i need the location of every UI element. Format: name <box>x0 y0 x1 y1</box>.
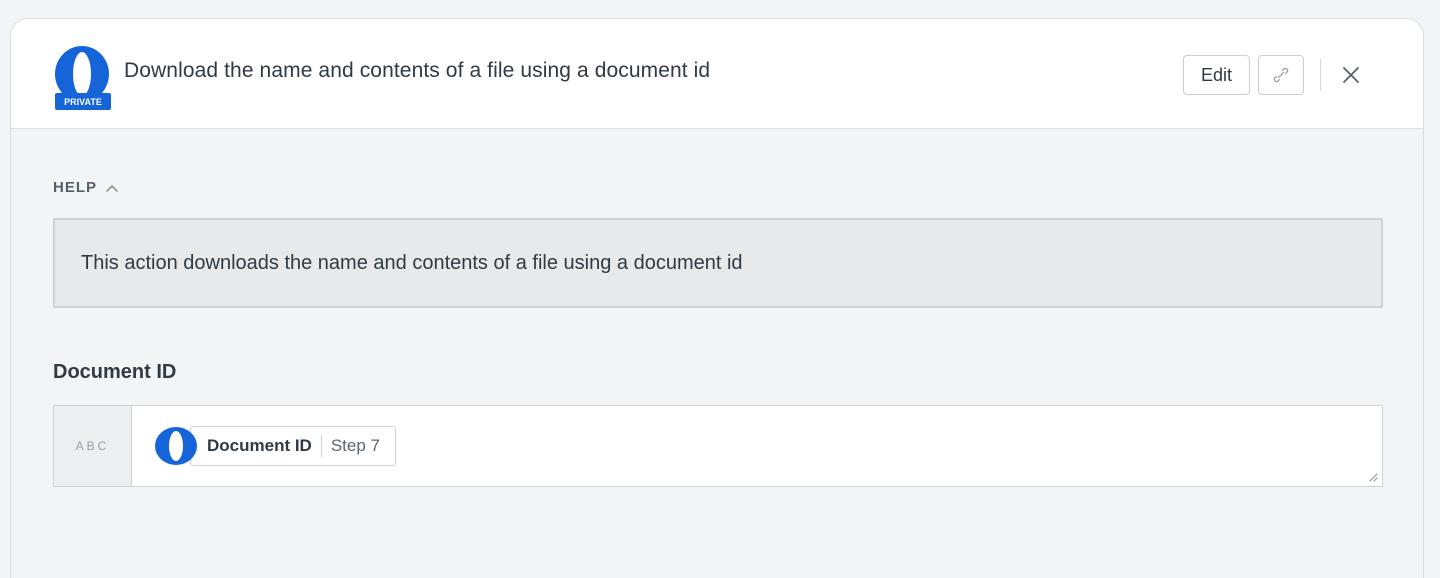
help-toggle-label: HELP <box>53 179 98 196</box>
action-panel: PRIVATE Download the name and contents o… <box>10 18 1424 578</box>
datapill-body: Document ID Step 7 <box>190 426 396 466</box>
header-divider <box>1320 59 1321 91</box>
datapill-document-id[interactable]: Document ID Step 7 <box>154 426 396 466</box>
close-button[interactable] <box>1331 55 1371 95</box>
document-id-field[interactable]: ABC Document ID Step 7 <box>53 405 1383 487</box>
close-icon <box>1343 67 1359 83</box>
edit-button[interactable]: Edit <box>1183 55 1250 95</box>
datapill-separator <box>320 435 322 457</box>
link-button[interactable] <box>1258 55 1304 95</box>
page-title: Download the name and contents of a file… <box>124 59 711 82</box>
header-actions: Edit <box>1183 55 1423 95</box>
resize-handle-icon[interactable] <box>1366 470 1378 482</box>
panel-header: PRIVATE Download the name and contents o… <box>11 19 1423 129</box>
help-toggle[interactable]: HELP <box>53 179 119 196</box>
logo-badge-text: PRIVATE <box>64 97 102 107</box>
link-icon <box>1273 67 1289 83</box>
app-logo-icon <box>155 427 197 465</box>
document-id-label: Document ID <box>53 361 177 383</box>
datapill-name: Document ID <box>207 436 312 455</box>
help-text-box: This action downloads the name and conte… <box>53 218 1383 308</box>
app-logo-icon: PRIVATE <box>55 46 111 110</box>
chevron-up-icon <box>106 184 118 192</box>
field-type-indicator: ABC <box>54 406 132 486</box>
help-text: This action downloads the name and conte… <box>81 251 743 274</box>
datapill-step: Step 7 <box>330 436 380 455</box>
